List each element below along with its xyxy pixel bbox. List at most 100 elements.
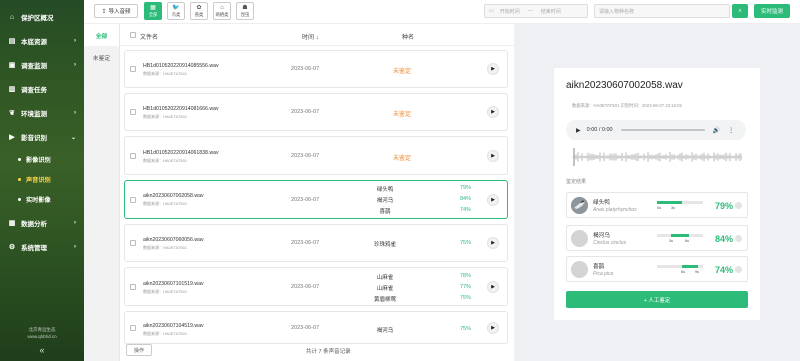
audio-time: 0:00 / 0:00 [586,127,613,133]
collapse-sidebar-icon[interactable]: « [0,345,84,355]
audio-progress-bar[interactable] [620,129,705,131]
file-source: 数据来源：HA0ETAT501 [143,201,188,206]
list-header: 文件名 时间 ↓ 种名 [120,24,514,46]
operation-button[interactable]: 操作 [126,344,152,356]
species-confidence: 75% [459,295,471,301]
chevron-right-icon: › [74,110,76,116]
manual-identify-button[interactable]: + 人工鉴定 [566,291,748,308]
result-card[interactable]: 喜鹊 Pica pica 6s 9s 74% [566,256,748,282]
species-avatar-placeholder [571,230,588,247]
species-search-input[interactable]: 请输入物种名称 [594,4,730,18]
book-icon: ▤ [8,38,16,45]
footer-company: 北京青远生态 [28,327,56,332]
sidebar-sub-live-video[interactable]: 实时影像 [0,189,84,209]
play-icon[interactable]: ▶ [487,193,499,206]
filter-mammals-button[interactable]: ✿ 兽类 [190,2,208,20]
filter-tab-unidentified[interactable]: 未鉴定 [84,46,119,68]
play-icon[interactable]: ▶ [487,63,499,75]
filter-all-button[interactable]: ▦ 全部 [144,2,162,20]
filter-label: 两栖类 [215,11,229,17]
sidebar-item-resources[interactable]: ▤ 本底资源 › [0,29,84,53]
list-item[interactable]: aikn20230607101519.wav 数据来源：HA0ETAT501 2… [124,267,508,306]
row-checkbox[interactable] [130,152,136,159]
result-radio[interactable] [735,202,742,209]
row-checkbox[interactable] [130,196,136,203]
list-item[interactable]: HB1d010520220914085556.wav 数据来源：HA0ETAT5… [124,50,508,88]
list-item-selected[interactable]: aikn20230607002058.wav 数据来源：HA0ETAT501 2… [124,180,508,219]
file-source: 数据来源：HA0ETAT501 [143,71,188,76]
sidebar-item-survey[interactable]: ▣ 调查监测 › [0,53,84,77]
species-name: 黄眉柳莺 [373,297,396,303]
chart-icon: ▦ [8,220,16,227]
play-icon[interactable]: ▶ [487,321,499,334]
result-confidence: 74% [715,265,734,275]
row-checkbox[interactable] [130,283,136,290]
row-checkbox[interactable] [130,324,136,331]
sidebar-item-media-recognition[interactable]: ▶ 影音识别 ⌄ [0,125,84,149]
species-name: 山麻雀 [376,286,394,292]
sidebar-item-tasks[interactable]: ▥ 调查任务 [0,77,84,101]
sidebar-item-system[interactable]: ⚙ 系统管理 › [0,235,84,259]
play-icon[interactable]: ▶ [487,106,499,118]
list-item[interactable]: HB1d010520220914081666.wav 数据来源：HA0ETAT5… [124,93,508,131]
row-checkbox[interactable] [130,240,136,246]
row-checkbox[interactable] [130,109,136,115]
volume-icon[interactable]: 🔊 [713,127,720,134]
species-confidence: 74% [459,207,471,213]
result-radio[interactable] [735,235,742,242]
filter-insects-button[interactable]: ☗ 昆虫 [236,2,254,20]
play-icon[interactable]: ▶ [487,149,499,162]
play-icon[interactable]: ▶ [487,280,499,293]
sidebar-item-label: 数据分析 [21,221,47,228]
operation-label: 操作 [133,347,144,354]
species-name: 绿头鸭 [376,187,394,193]
play-icon[interactable]: ▶ [576,127,581,134]
row-checkbox[interactable] [130,66,136,72]
waveform [572,148,742,166]
chevron-right-icon: › [74,62,76,68]
sidebar-sub-image-recognition[interactable]: 影像识别 [0,149,84,169]
result-card[interactable]: 褐河乌 Cinclus cinclus 3s 6s 84% [566,225,748,251]
more-options-icon[interactable]: ⋮ [728,127,734,134]
play-icon[interactable]: ▶ [487,237,499,249]
sidebar-item-label: 本底资源 [21,39,47,46]
species-avatar-placeholder [571,261,588,278]
file-name: aikn20230607002058.wav [143,193,204,199]
list-item[interactable]: HB1d010520220914061838.wav 数据来源：HA0ETAT5… [124,136,508,175]
sidebar-item-label: 环境监测 [21,111,47,118]
file-time: 2023-06-07 [291,283,320,290]
sidebar-sub-sound-recognition[interactable]: 声音识别 [0,169,84,189]
species-latin-name: Pica pica [593,271,614,277]
filter-birds-button[interactable]: 🐦 鸟类 [167,2,185,20]
result-card[interactable]: 绿头鸭 Anas platyrhynchos 0s 3s 79% [566,192,748,218]
status-filter-column: 全部 未鉴定 [84,24,120,361]
list-item[interactable]: aikn20230607104519.wav 数据来源：HA0ETAT501 2… [124,311,508,344]
file-time: 2023-06-07 [291,109,320,115]
sidebar-item-label: 调查任务 [21,87,47,94]
list-item[interactable]: aikn20230607060056.wav 数据来源：HA0ETAT501 2… [124,224,508,262]
result-radio[interactable] [735,266,742,273]
file-source: 数据来源：HA0ETAT501 [143,245,188,250]
header-time-sort[interactable]: 时间 ↓ [302,32,319,41]
date-range-picker[interactable]: ▭ 开始时间 — 结束时间 [484,4,588,18]
file-name: aikn20230607104519.wav [143,323,204,329]
bullet-icon [18,197,21,201]
status-badge: 未鉴定 [393,112,412,118]
chevron-right-icon: › [74,220,76,226]
import-audio-button[interactable]: ⇪ 导入音频 [94,4,138,18]
sidebar-item-environment[interactable]: ❦ 环境监测 › [0,101,84,125]
search-button[interactable]: ⌕ [732,4,748,18]
select-all-checkbox[interactable] [130,32,136,38]
sidebar-item-data-analysis[interactable]: ▦ 数据分析 › [0,211,84,235]
realtime-monitor-button[interactable]: 实时监测 [754,4,790,18]
species-cn-name: 褐河乌 [593,233,610,239]
audio-player[interactable]: ▶ 0:00 / 0:00 🔊 ⋮ [566,120,746,140]
bug-icon: ☗ [242,4,248,11]
filter-amphibians-button[interactable]: ⌂ 两栖类 [213,2,231,20]
upload-icon: ⇪ [101,8,107,15]
sidebar-item-overview[interactable]: ⌂ 保护区概况 [0,5,84,29]
header-filename: 文件名 [140,35,159,41]
filter-tab-all[interactable]: 全部 [84,24,119,46]
file-name: aikn20230607101519.wav [143,281,204,287]
species-confidence: 78% [459,273,471,279]
